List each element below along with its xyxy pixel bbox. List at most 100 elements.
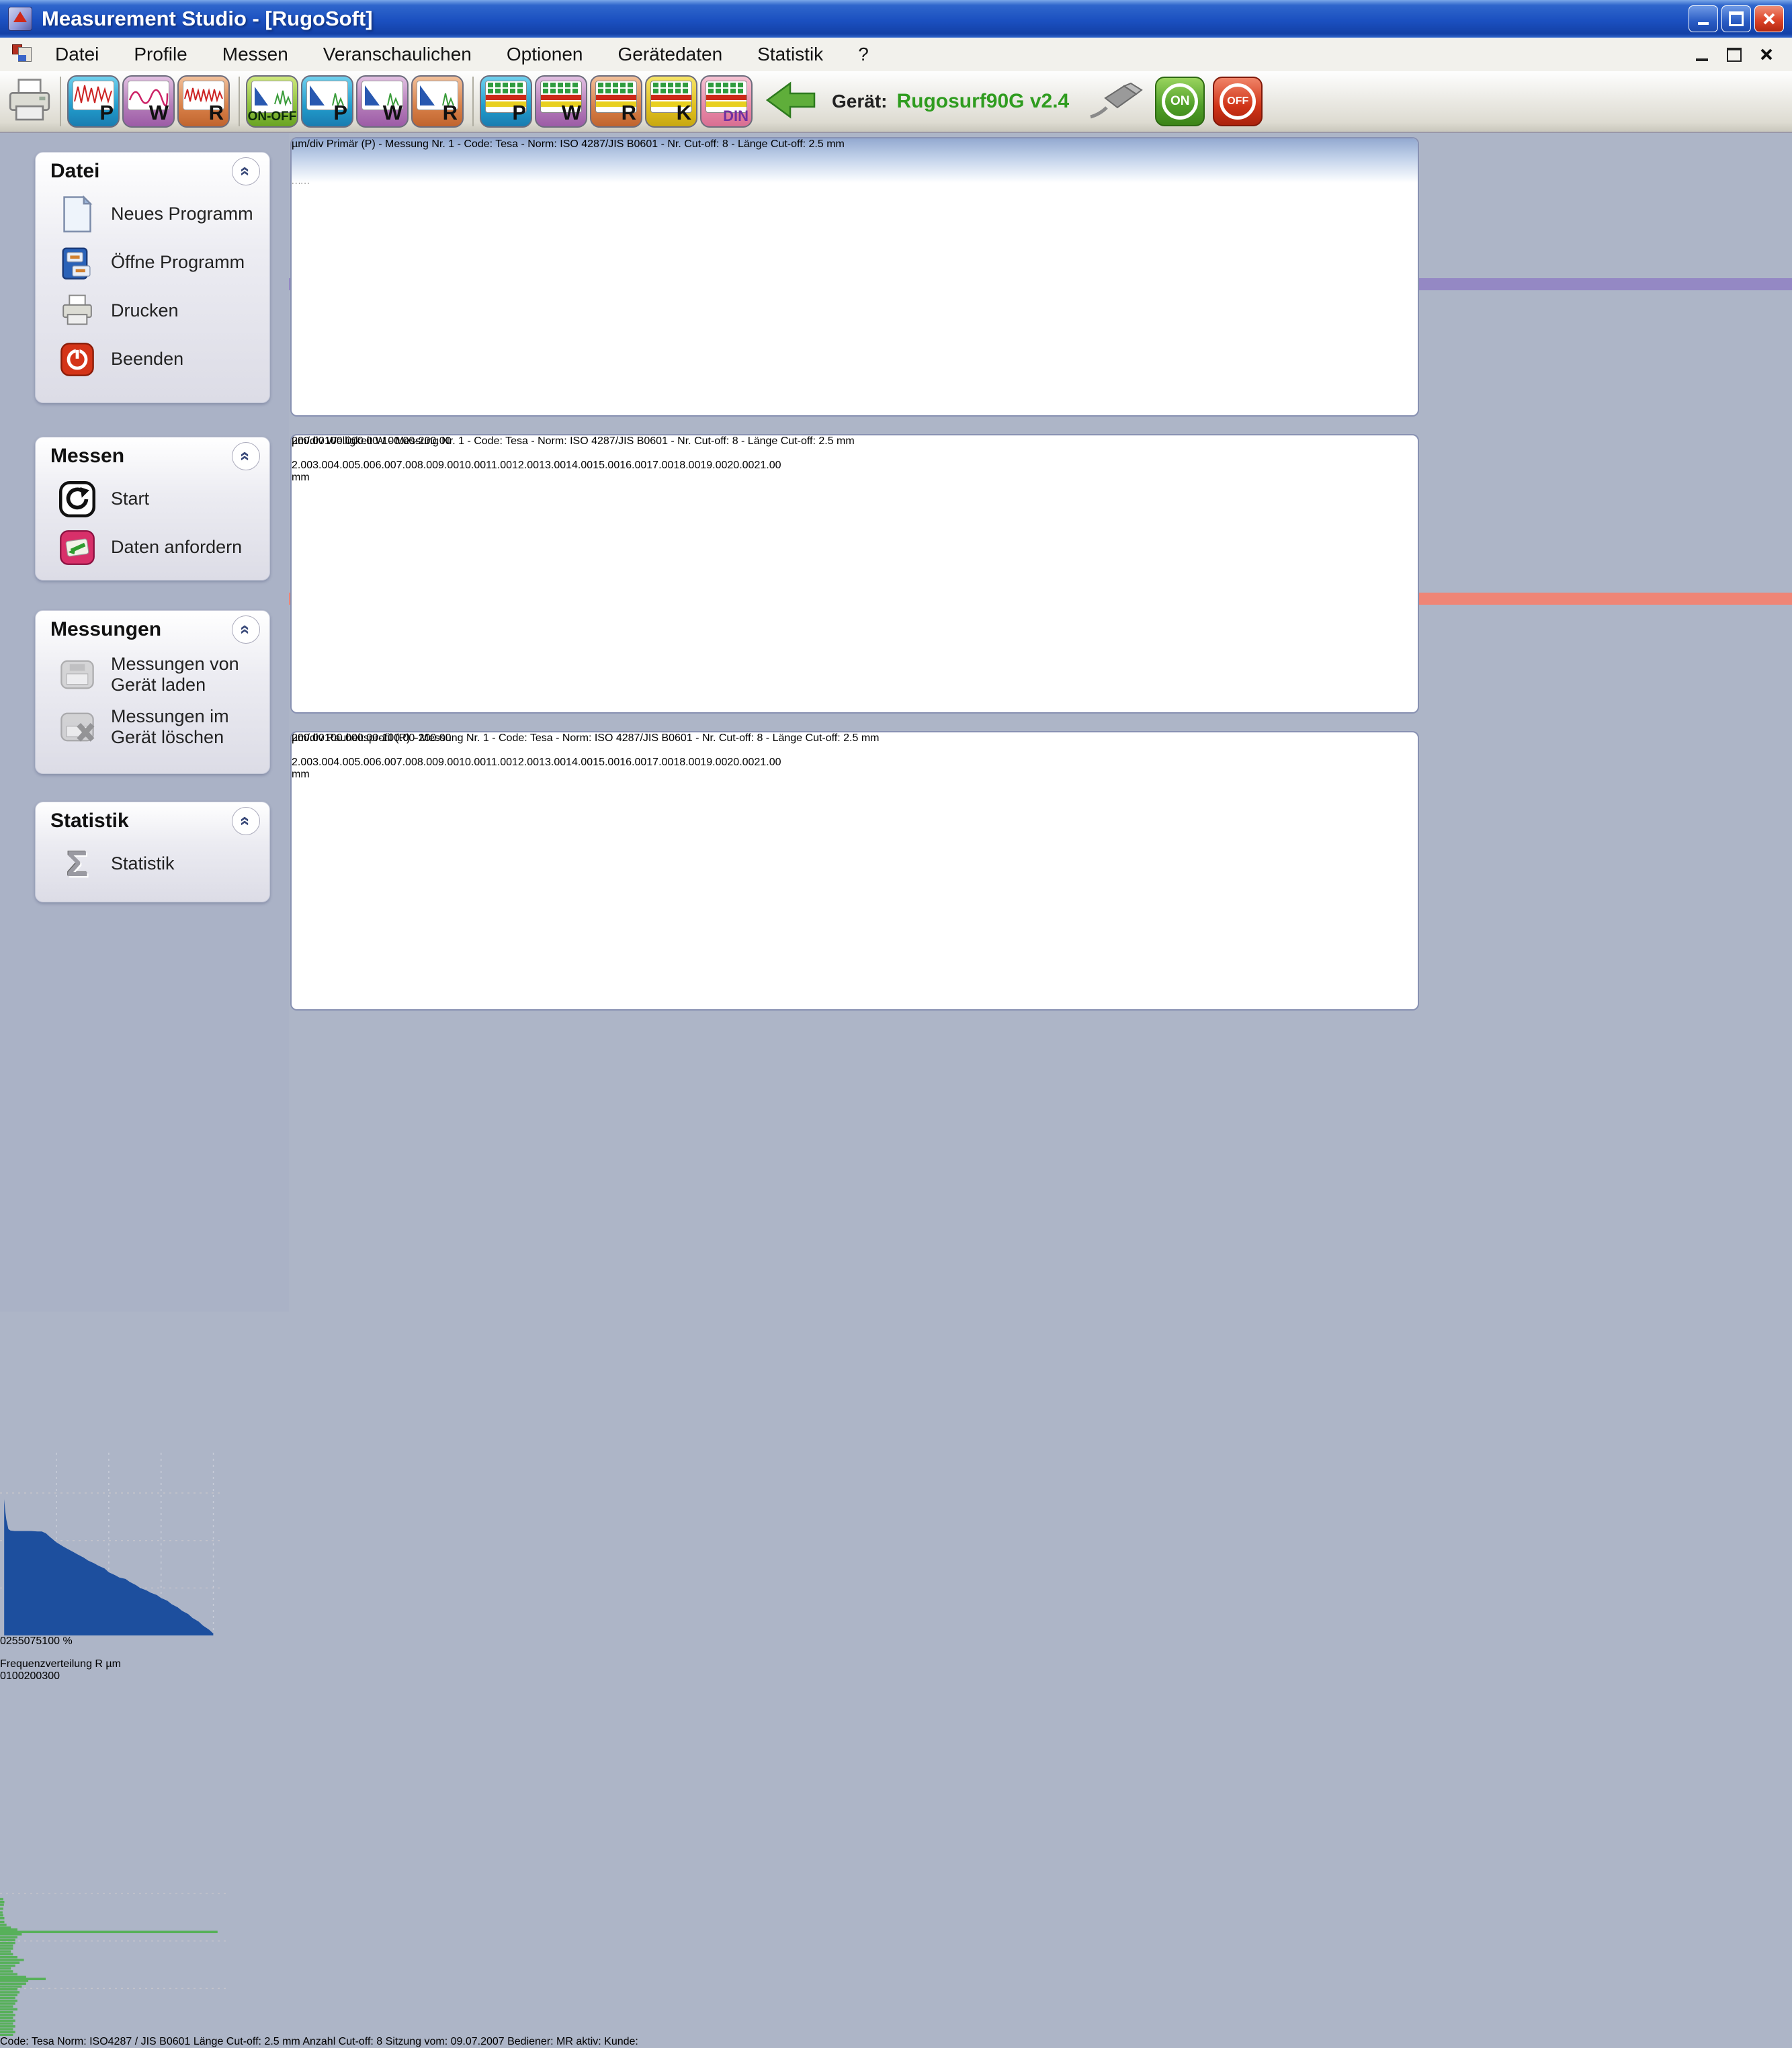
print-icon [58,292,96,330]
profile-p-button[interactable]: P [67,75,120,128]
sidebar-item-label: Statistik [111,853,175,874]
button-letter: R [622,101,636,125]
x-tick-label: 0 [0,1635,6,1647]
title-bar[interactable]: Measurement Studio - [RugoSoft] [0,0,1792,38]
close-button[interactable] [1754,5,1784,32]
y-tick-label: 200 [24,1670,42,1682]
menu-messen[interactable]: Messen [222,44,288,65]
chart-panel-rauheitsprofil: µm/div Rauheitsprofil (R) - Messung Nr. … [290,731,1419,1011]
collapse-chevron-icon[interactable]: « [232,442,260,470]
toolbar: P W R ON-OFF P W R P W R K DIN Gerät: Ru… [0,71,1792,133]
open-program-icon [58,244,96,282]
distribution-p-button[interactable]: P [301,75,353,128]
device-off-button[interactable]: OFF [1213,77,1263,126]
button-letter: W [562,101,581,125]
request-data-icon [58,529,96,566]
chart-header: µm/div Rauheitsprofil (R) - Messung Nr. … [292,732,1418,777]
collapse-chevron-icon[interactable]: « [232,807,260,835]
sidebar-item-beenden[interactable]: Beenden [36,335,269,384]
sidebar-section-statistik: Statistik « Σ Statistik [35,802,270,902]
usb-connector-icon [1086,78,1147,126]
x-tick-label: 50 [18,1635,30,1647]
button-letter: K [677,101,691,125]
button-letter: P [512,101,526,125]
device-on-button[interactable]: ON [1155,77,1205,126]
distribution-r-button[interactable]: R [411,75,464,128]
button-letter: P [333,101,347,125]
back-arrow-icon [766,79,817,124]
collapse-chevron-icon[interactable]: « [232,157,260,185]
sidebar-item-daten-anfordern[interactable]: Daten anfordern [36,523,269,572]
traganteil-plot[interactable] [0,1453,222,1635]
traganteil-panel: Traganteil R µm 0100200300 0255075100 % [0,1258,368,1658]
mdi-minimize-button[interactable] [1687,42,1717,67]
restore-button[interactable] [1721,5,1751,32]
table-k-button[interactable]: K [645,75,697,128]
section-title: Messen [50,445,124,468]
distribution-w-button[interactable]: W [356,75,409,128]
menu-help[interactable]: ? [858,44,869,65]
sidebar-item-neues-programm[interactable]: Neues Programm [36,190,269,239]
status-session-info: Sitzung vom: 09.07.2007 Bediener: MR akt… [386,2036,638,2047]
y-tick-label: 0 [0,1670,6,1682]
chart-title: Rauheitsprofil (R) - Messung Nr. 1 - Cod… [327,732,880,744]
sidebar-item-oeffne-programm[interactable]: Öffne Programm [36,239,269,287]
profile-w-button[interactable]: W [122,75,175,128]
frequenzverteilung-panel: Frequenzverteilung R µm 0100200300 [0,1658,361,2036]
menu-datei[interactable]: Datei [55,44,99,65]
profile-r-button[interactable]: R [177,75,230,128]
onoff-button[interactable]: ON-OFF [246,75,298,128]
y-axis-unit-label: µm [105,1658,121,1670]
device-label: Gerät: [832,91,887,112]
table-w-button[interactable]: W [535,75,587,128]
button-letter: DIN [723,108,749,125]
print-icon[interactable] [5,75,54,128]
section-title: Statistik [50,810,129,833]
sidebar: Datei« Neues Programm Öffne Programm Dru… [0,133,289,1312]
chart-title: Welligkeit W - Messung Nr. 1 - Code: Tes… [327,435,855,447]
minimize-button[interactable] [1689,5,1718,32]
collapse-chevron-icon[interactable]: « [232,615,260,644]
on-label: ON [1162,83,1198,120]
sidebar-item-label: Öffne Programm [111,252,245,273]
chart-header: µm/div Welligkeit W - Messung Nr. 1 - Co… [292,435,1418,480]
menu-veranschaulichen[interactable]: Veranschaulichen [323,44,472,65]
table-p-button[interactable]: P [480,75,532,128]
menu-statistik[interactable]: Statistik [757,44,823,65]
device-name: Rugosurf90G v2.4 [896,90,1069,113]
menu-optionen[interactable]: Optionen [507,44,583,65]
button-letter: W [149,101,169,125]
load-measurements-icon [58,656,96,693]
sidebar-item-statistik[interactable]: Σ Statistik [36,840,269,888]
x-axis-labels: 0255075100 % [0,1635,222,1658]
sidebar-item-start[interactable]: Start [36,475,269,523]
table-din-button[interactable]: DIN [700,75,753,128]
status-bar: Code: Tesa Norm: ISO4287 / JIS B0601 Län… [0,2036,1792,2048]
x-tick-label: 100 % [42,1635,72,1647]
frequenz-plot[interactable] [0,1853,228,2036]
sidebar-item-label: Start [111,488,149,509]
menu-geraetedaten[interactable]: Gerätedaten [617,44,722,65]
chart-panel-welligkeit: µm/div Welligkeit W - Messung Nr. 1 - Co… [290,434,1419,714]
y-tick-label: 100 [6,1670,24,1682]
y-axis-unit-label: µm/div [292,435,323,447]
sidebar-item-label: Messungen im Gerät löschen [111,706,263,748]
x-tick-label: 75 [30,1635,42,1647]
mdi-restore-button[interactable] [1719,42,1749,67]
button-letter: ON-OFF [247,110,297,124]
button-letter: W [383,101,402,125]
sidebar-section-datei: Datei« Neues Programm Öffne Programm Dru… [35,152,270,403]
sidebar-item-messungen-laden[interactable]: Messungen von Gerät laden [36,648,269,701]
mdi-close-button[interactable] [1752,42,1781,67]
y-axis-unit-label: µm/div [292,732,323,744]
menu-bar: Datei Profile Messen Veranschaulichen Op… [0,38,1792,73]
chart-panel-primaer: µm/div Primär (P) - Messung Nr. 1 - Code… [290,137,1419,417]
section-title: Messungen [50,618,161,641]
new-document-icon [58,196,96,233]
sidebar-item-messungen-loeschen[interactable]: Messungen im Gerät löschen [36,701,269,753]
sidebar-item-drucken[interactable]: Drucken [36,287,269,335]
table-r-button[interactable]: R [590,75,642,128]
window-title: Measurement Studio - [RugoSoft] [42,7,373,31]
menu-profile[interactable]: Profile [134,44,187,65]
onoff-icon [251,81,293,113]
